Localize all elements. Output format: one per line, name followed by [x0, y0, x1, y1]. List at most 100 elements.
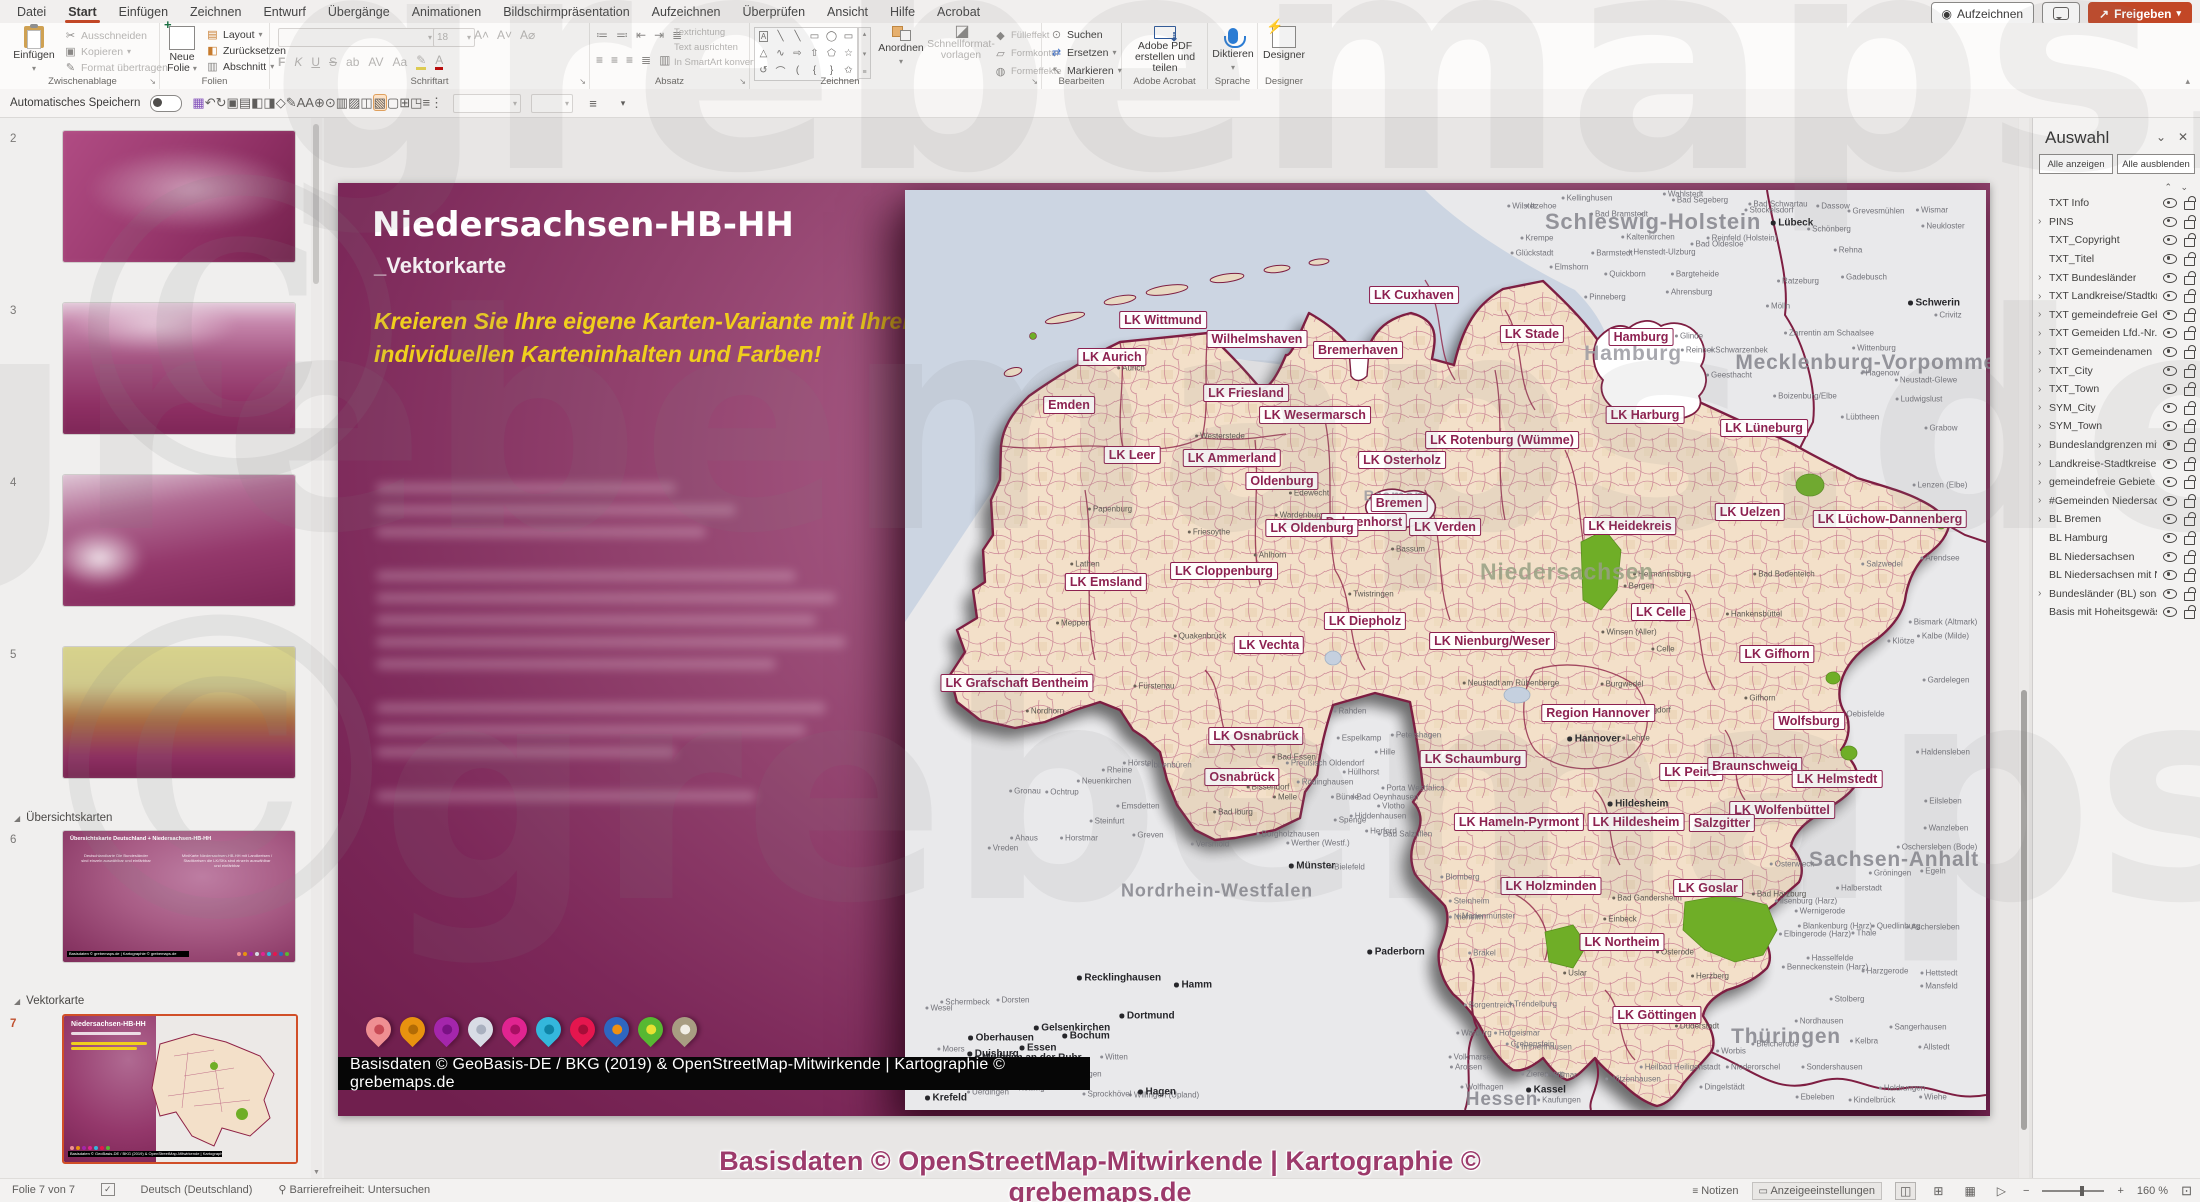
- shapes-gallery[interactable]: A╲╲▭◯▭ △∿⇨⇧⬠☆ ↺⌒({}✩: [754, 27, 858, 81]
- district-label[interactable]: LK Cloppenburg: [1170, 562, 1278, 580]
- quick-icon[interactable]: ◫: [360, 95, 372, 110]
- selection-pane-item[interactable]: › PINS: [2033, 213, 2200, 232]
- ribbon-tab[interactable]: Ansicht: [816, 2, 879, 22]
- slideshow-icon[interactable]: ▷: [1993, 1183, 2010, 1199]
- expand-icon[interactable]: ›: [2038, 402, 2041, 413]
- quick-icon[interactable]: ▤: [239, 95, 251, 110]
- bullets-icon[interactable]: ≔: [596, 28, 608, 42]
- district-label[interactable]: LK Stade: [1500, 325, 1564, 343]
- visibility-eye-icon[interactable]: [2163, 440, 2177, 450]
- expand-icon[interactable]: ›: [2038, 514, 2041, 525]
- quick-icon[interactable]: ▢: [387, 95, 399, 110]
- map-pin-icon[interactable]: [531, 1012, 566, 1047]
- visibility-eye-icon[interactable]: [2163, 254, 2177, 264]
- accessibility-status[interactable]: ⚲ Barrierefreiheit: Untersuchen: [278, 1183, 430, 1196]
- visibility-eye-icon[interactable]: [2163, 366, 2177, 376]
- district-label[interactable]: LK Osterholz: [1358, 451, 1446, 469]
- quick-icon[interactable]: ▦: [192, 95, 204, 110]
- district-label[interactable]: LK Cuxhaven: [1369, 286, 1459, 304]
- quick-icon[interactable]: ◇: [276, 95, 286, 110]
- selection-pane-item[interactable]: › TXT Gemeiden Lfd.-Nr.: [2033, 324, 2200, 343]
- unlock-icon[interactable]: [2184, 610, 2195, 619]
- quick-icon[interactable]: A: [305, 95, 314, 110]
- district-label[interactable]: Bremen: [1371, 494, 1428, 512]
- expand-icon[interactable]: ›: [2038, 216, 2041, 227]
- expand-icon[interactable]: ›: [2038, 458, 2041, 469]
- thumbnail-scrollbar[interactable]: ▼: [311, 118, 322, 1178]
- visibility-eye-icon[interactable]: [2163, 235, 2177, 245]
- unlock-icon[interactable]: [2184, 350, 2195, 359]
- font-color-icon[interactable]: A: [435, 53, 443, 70]
- unlock-icon[interactable]: [2184, 238, 2195, 247]
- expand-icon[interactable]: ›: [2038, 291, 2041, 302]
- selection-pane-item[interactable]: TXT_Copyright: [2033, 231, 2200, 250]
- district-label[interactable]: LK Rotenburg (Wümme): [1425, 431, 1579, 449]
- create-pdf-button[interactable]: Adobe PDFerstellen und teilen: [1132, 26, 1198, 74]
- unlock-icon[interactable]: [2184, 592, 2195, 601]
- selection-pane-item[interactable]: › gemeindefreie Gebiete Nie...: [2033, 473, 2200, 492]
- district-label[interactable]: LK Grafschaft Bentheim: [940, 674, 1093, 692]
- selection-pane-item[interactable]: TXT_Titel: [2033, 250, 2200, 269]
- district-label[interactable]: LK Wittmund: [1119, 311, 1207, 329]
- arrange-button[interactable]: Anordnen▾: [874, 26, 928, 74]
- reading-view-icon[interactable]: ▦: [1960, 1183, 1979, 1199]
- selection-pane-item[interactable]: › BL Bremen: [2033, 510, 2200, 529]
- slide-subtitle[interactable]: _Vektorkarte: [374, 253, 506, 279]
- district-label[interactable]: LK Holzminden: [1501, 877, 1602, 895]
- numbering-icon[interactable]: ≕: [616, 28, 628, 42]
- selection-pane-item[interactable]: › Bundesländer (BL) sonstige: [2033, 584, 2200, 603]
- vector-map[interactable]: Schleswig-Holstein Mecklenburg-Vorpommer…: [905, 190, 1986, 1110]
- district-label[interactable]: Wilhelmshaven: [1207, 330, 1308, 348]
- map-pin-icon[interactable]: [599, 1012, 634, 1047]
- shadow-button[interactable]: ab: [346, 55, 359, 69]
- selection-pane-item[interactable]: BL Hamburg: [2033, 529, 2200, 548]
- display-settings-button[interactable]: ▭ Anzeigeeinstellungen: [1752, 1182, 1883, 1200]
- visibility-eye-icon[interactable]: [2163, 347, 2177, 357]
- clear-format-icon[interactable]: A⌀: [520, 28, 535, 42]
- quick-icon[interactable]: ◳: [410, 95, 422, 110]
- move-down-icon[interactable]: ⌄: [2180, 182, 2188, 193]
- selection-pane-item[interactable]: › SYM_Town: [2033, 417, 2200, 436]
- unlock-icon[interactable]: [2184, 517, 2195, 526]
- district-label[interactable]: LK Diepholz: [1324, 612, 1406, 630]
- district-label[interactable]: LK Gifhorn: [1739, 645, 1814, 663]
- district-label[interactable]: LK Hildesheim: [1588, 813, 1685, 831]
- align-left-icon[interactable]: ≡: [596, 53, 603, 67]
- district-label[interactable]: LK Aurich: [1077, 348, 1146, 366]
- quick-icon[interactable]: A: [297, 95, 306, 110]
- qat-size-combo[interactable]: ▾: [531, 94, 573, 113]
- justify-icon[interactable]: ≣: [641, 53, 651, 67]
- selection-pane-item[interactable]: › TXT Bundesländer: [2033, 268, 2200, 287]
- dialog-launcher-icon[interactable]: ↘: [149, 77, 156, 86]
- cut-button[interactable]: ✂Ausschneiden: [64, 29, 168, 42]
- unlock-icon[interactable]: [2184, 480, 2195, 489]
- section-header[interactable]: ◢Übersichtskarten: [14, 812, 112, 824]
- quick-icon[interactable]: ◨: [263, 95, 275, 110]
- zoom-out-icon[interactable]: −: [2023, 1185, 2029, 1197]
- ribbon-tab[interactable]: Bildschirmpräsentation: [492, 2, 640, 22]
- quick-icon[interactable]: ▣: [227, 95, 239, 110]
- move-up-icon[interactable]: ⌃: [2164, 182, 2172, 193]
- chevron-down-icon[interactable]: ⌄: [2156, 130, 2166, 144]
- ribbon-tab[interactable]: Hilfe: [879, 2, 926, 22]
- district-label[interactable]: LK Osnabrück: [1208, 727, 1303, 745]
- slide-thumbnail-2[interactable]: [62, 130, 296, 263]
- slide-canvas[interactable]: Niedersachsen-HB-HH _Vektorkarte Kreiere…: [338, 183, 1990, 1116]
- shapes-gallery-scroll[interactable]: ▴▾≡: [858, 27, 871, 79]
- slide-sorter-icon[interactable]: ⊞: [1929, 1183, 1947, 1199]
- visibility-eye-icon[interactable]: [2163, 198, 2177, 208]
- selection-pane-item[interactable]: › Landkreise-Stadtkreise: [2033, 454, 2200, 473]
- quick-icon[interactable]: ▧: [373, 94, 387, 111]
- district-label[interactable]: LK Northeim: [1580, 933, 1665, 951]
- district-label[interactable]: LK Göttingen: [1612, 1006, 1701, 1024]
- quick-icon[interactable]: ▥: [336, 95, 348, 110]
- district-label[interactable]: LK Leer: [1104, 446, 1161, 464]
- line-spacing-quick-icon[interactable]: ≡: [583, 96, 603, 111]
- visibility-eye-icon[interactable]: [2163, 607, 2177, 617]
- visibility-eye-icon[interactable]: [2163, 496, 2177, 506]
- unlock-icon[interactable]: [2184, 499, 2195, 508]
- map-pin-icon[interactable]: [463, 1012, 498, 1047]
- quick-icon[interactable]: ↻: [216, 95, 227, 110]
- ribbon-tab[interactable]: Datei: [6, 2, 57, 22]
- ribbon-tab[interactable]: Acrobat: [926, 2, 991, 22]
